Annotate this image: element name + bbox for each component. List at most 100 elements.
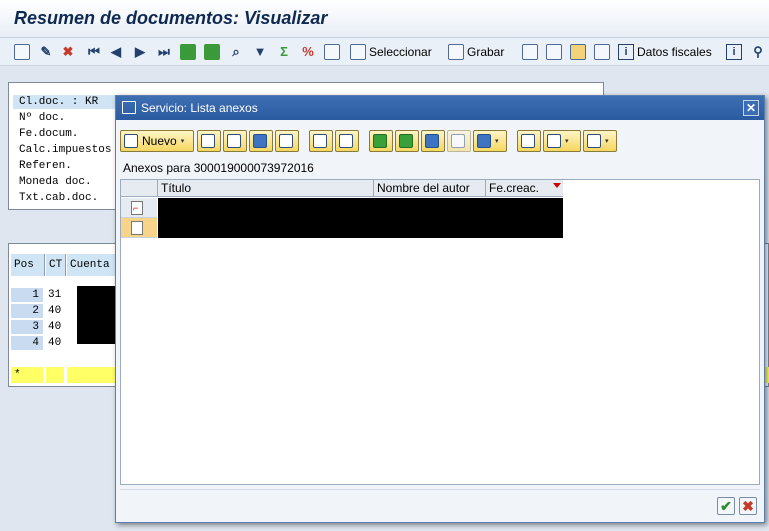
currency-label: Moneda doc. <box>19 176 92 188</box>
window-title-bar: Resumen de documentos: Visualizar <box>0 0 769 38</box>
column-header-account[interactable]: Cuenta <box>67 254 117 276</box>
dialog-close-button[interactable]: ✕ <box>743 100 759 116</box>
sort-ascending-button[interactable] <box>180 43 196 61</box>
total-row-cell <box>46 367 64 383</box>
redacted-account-block <box>77 286 117 344</box>
attachments-subtitle: Anexos para 300019000073972016 <box>123 161 314 175</box>
delete-button[interactable]: ✖ <box>60 43 76 61</box>
table-row-ct: 31 <box>48 289 62 301</box>
fiscal-data-button[interactable]: i Datos fiscales <box>618 43 712 61</box>
cancel-icon: ✖ <box>742 498 754 514</box>
info-button[interactable]: i <box>726 43 742 61</box>
export-button[interactable] <box>522 43 538 61</box>
select-button[interactable]: Seleccionar <box>350 43 432 61</box>
doc-number-label: Nº doc. <box>19 112 66 124</box>
trash-icon <box>279 134 293 148</box>
row-selector[interactable] <box>121 218 157 238</box>
column-header-created[interactable]: Fe.creac. <box>486 180 563 197</box>
row-selector[interactable]: ⌐ <box>121 198 157 218</box>
export-icon <box>522 44 538 60</box>
previous-page-button[interactable]: ◀ <box>108 43 124 61</box>
sort-descending-button[interactable] <box>395 130 419 152</box>
sort-descending-button[interactable] <box>204 43 220 61</box>
attachment-list-icon <box>131 221 143 235</box>
find-button[interactable]: ⌕ <box>228 43 244 61</box>
export-list-icon <box>547 134 561 148</box>
glasses-icon <box>201 134 215 148</box>
services-icon: ⚲ <box>753 44 763 59</box>
confirm-button[interactable]: ✔ <box>717 497 735 515</box>
print-button[interactable] <box>517 130 541 152</box>
display-button[interactable] <box>14 43 30 61</box>
refresh-button[interactable] <box>309 130 333 152</box>
filter-button[interactable]: ▼ <box>252 43 268 61</box>
find-button[interactable] <box>421 130 445 152</box>
change-button[interactable]: ✎ <box>38 43 54 61</box>
column-header-ct[interactable]: CT <box>46 254 66 276</box>
dropdown-arrow-icon: ▾ <box>565 138 569 145</box>
find-next-button[interactable] <box>447 130 471 152</box>
table-row-pos[interactable]: 2 <box>11 304 43 318</box>
display-icon <box>14 44 30 60</box>
export-icon <box>227 134 241 148</box>
pencil-icon <box>253 134 267 148</box>
dialog-window-icon <box>122 101 136 114</box>
doc-date-label: Fe.docum. <box>19 128 79 140</box>
select-all-cell[interactable] <box>121 180 158 197</box>
dialog-toolbar: Nuevo ▾ ▾ ▾ ▾ <box>120 130 760 152</box>
filter-icon: ▼ <box>253 44 267 59</box>
layout-button[interactable]: ▾ <box>583 130 617 152</box>
layout-icon <box>587 134 601 148</box>
table-row-ct: 40 <box>48 337 62 349</box>
print-icon <box>521 134 535 148</box>
display-attachment-button[interactable] <box>197 130 221 152</box>
export-list-button[interactable]: ▾ <box>543 130 581 152</box>
delete-icon: ✖ <box>62 44 74 59</box>
filter-button[interactable]: ▾ <box>473 130 507 152</box>
total-row-marker: * <box>14 369 21 381</box>
sort-ascending-icon <box>180 44 196 60</box>
column-header-author[interactable]: Nombre del autor <box>374 180 486 197</box>
total-row-marker-cell: * <box>11 367 43 383</box>
table-row-ct: 40 <box>48 321 62 333</box>
first-page-button[interactable]: ⏮ <box>86 43 102 61</box>
last-page-button[interactable]: ⏭ <box>156 43 172 61</box>
last-page-icon: ⏭ <box>158 44 170 59</box>
dialog-title-bar: Servicio: Lista anexos ✕ <box>116 96 764 120</box>
info-icon: i <box>618 44 634 60</box>
attachment-list-dialog: Servicio: Lista anexos ✕ Nuevo ▾ ▾ ▾ ▾ A… <box>115 95 765 523</box>
next-page-button[interactable]: ▶ <box>132 43 148 61</box>
subtotal-button[interactable]: % <box>300 43 316 61</box>
dropdown-arrow-icon: ▾ <box>605 138 609 145</box>
pdf-document-icon: ⌐ <box>131 201 143 215</box>
save-button[interactable]: Grabar <box>448 43 504 61</box>
forward-icon <box>546 44 562 60</box>
services-button[interactable]: ⚲ <box>750 43 766 61</box>
table-row-pos[interactable]: 4 <box>11 336 43 350</box>
edit-attachment-button[interactable] <box>249 130 273 152</box>
refresh-icon <box>313 134 327 148</box>
folder-button[interactable] <box>570 43 586 61</box>
calculator-button[interactable] <box>594 43 610 61</box>
sum-icon: Σ <box>280 44 288 59</box>
cancel-button[interactable]: ✖ <box>739 497 757 515</box>
column-header-title[interactable]: Título <box>158 180 374 197</box>
export-attachment-button[interactable] <box>223 130 247 152</box>
close-icon: ✕ <box>745 101 757 115</box>
forward-button[interactable] <box>546 43 562 61</box>
new-button[interactable]: Nuevo ▾ <box>120 130 194 152</box>
table-row-pos[interactable]: 3 <box>11 320 43 334</box>
sort-ascending-button[interactable] <box>369 130 393 152</box>
column-header-pos[interactable]: Pos <box>11 254 45 276</box>
tax-calc-label: Calc.impuestos <box>19 144 112 156</box>
dropdown-arrow-icon: ▾ <box>180 138 185 145</box>
binoculars-next-icon <box>451 134 465 148</box>
choose-layout-button[interactable] <box>324 43 340 61</box>
table-row-pos[interactable]: 1 <box>11 288 43 302</box>
new-document-icon <box>124 134 138 148</box>
sum-button[interactable]: Σ <box>276 43 292 61</box>
save-label: Grabar <box>467 45 505 59</box>
details-button[interactable] <box>335 130 359 152</box>
delete-attachment-button[interactable] <box>275 130 299 152</box>
next-page-icon: ▶ <box>135 44 145 59</box>
